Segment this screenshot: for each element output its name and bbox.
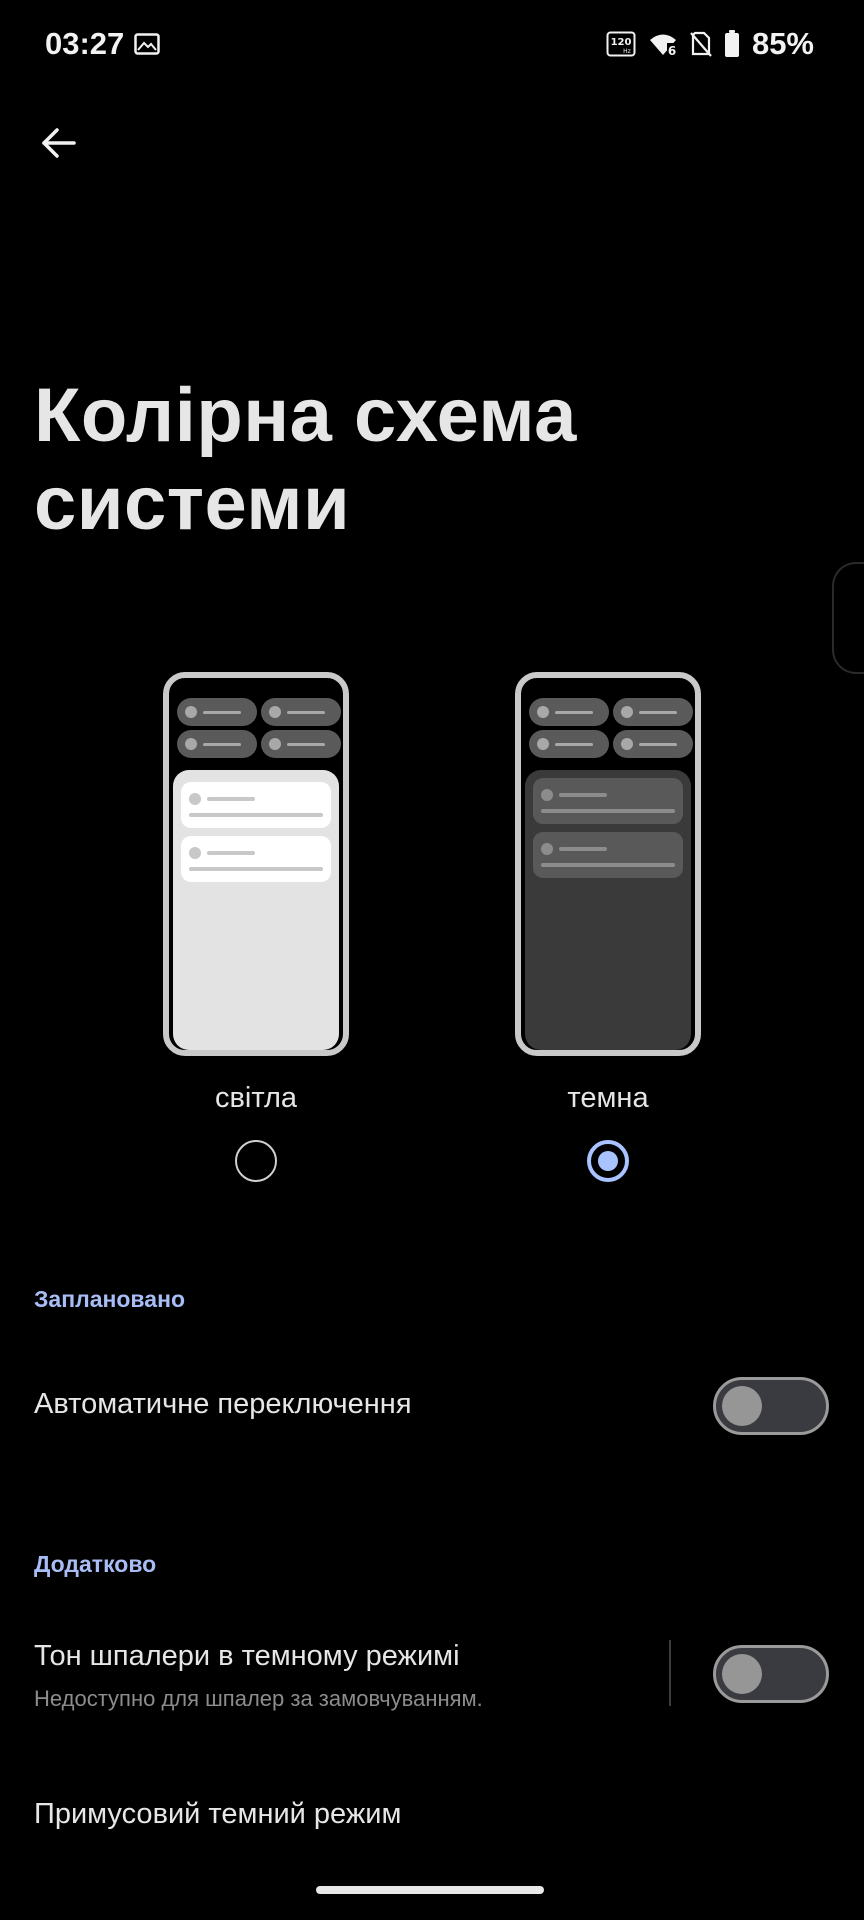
dark-theme-radio[interactable] bbox=[587, 1140, 629, 1182]
svg-text:6: 6 bbox=[668, 44, 676, 57]
gesture-navigation-bar[interactable] bbox=[316, 1886, 544, 1894]
quick-setting-tile bbox=[613, 698, 693, 726]
status-icons: 120 Hz 6 85% bbox=[606, 26, 814, 62]
dark-theme-preview[interactable] bbox=[515, 672, 701, 1056]
notification-panel bbox=[525, 770, 691, 1050]
notification-panel bbox=[173, 770, 339, 1050]
light-theme-label: світла bbox=[214, 1082, 298, 1114]
status-bar: 03:27 120 Hz 6 85% bbox=[0, 0, 864, 92]
light-theme-radio[interactable] bbox=[235, 1140, 277, 1182]
quick-setting-tile bbox=[529, 730, 609, 758]
page-title: Колірна схема системи bbox=[34, 373, 577, 546]
notification-card bbox=[533, 832, 683, 878]
image-icon bbox=[134, 33, 160, 55]
back-button[interactable] bbox=[34, 118, 84, 168]
120hz-icon: 120 Hz bbox=[606, 31, 636, 57]
battery-percent: 85% bbox=[751, 26, 814, 61]
wifi-6-icon: 6 bbox=[649, 34, 677, 57]
light-theme-preview[interactable] bbox=[163, 672, 349, 1056]
auto-switch-label[interactable]: Автоматичне переключення bbox=[34, 1388, 412, 1421]
wallpaper-tone-toggle[interactable] bbox=[713, 1645, 829, 1703]
quick-setting-tile bbox=[261, 698, 341, 726]
quick-setting-tile bbox=[261, 730, 341, 758]
status-time: 03:27 bbox=[45, 26, 125, 61]
svg-text:Hz: Hz bbox=[623, 48, 631, 55]
force-dark-label[interactable]: Примусовий темний режим bbox=[34, 1798, 401, 1831]
back-arrow-icon bbox=[42, 128, 76, 158]
wallpaper-tone-subtitle: Недоступно для шпалер за замовчуванням. bbox=[34, 1686, 483, 1711]
no-sim-icon bbox=[690, 31, 712, 57]
quick-setting-tile bbox=[177, 698, 257, 726]
notification-card bbox=[181, 782, 331, 828]
quick-setting-tile bbox=[177, 730, 257, 758]
battery-icon bbox=[724, 30, 739, 57]
auto-switch-toggle[interactable] bbox=[713, 1377, 829, 1435]
wallpaper-tone-label[interactable]: Тон шпалери в темному режимі bbox=[34, 1640, 460, 1673]
divider bbox=[669, 1640, 671, 1706]
dark-theme-label: темна bbox=[567, 1082, 649, 1114]
svg-text:120: 120 bbox=[611, 37, 632, 48]
section-header-additional: Додатково bbox=[34, 1551, 157, 1577]
notification-card bbox=[181, 836, 331, 882]
edge-panel-handle[interactable] bbox=[832, 562, 864, 674]
quick-setting-tile bbox=[529, 698, 609, 726]
quick-setting-tile bbox=[613, 730, 693, 758]
notification-card bbox=[533, 778, 683, 824]
section-header-scheduled: Заплановано bbox=[34, 1286, 186, 1312]
